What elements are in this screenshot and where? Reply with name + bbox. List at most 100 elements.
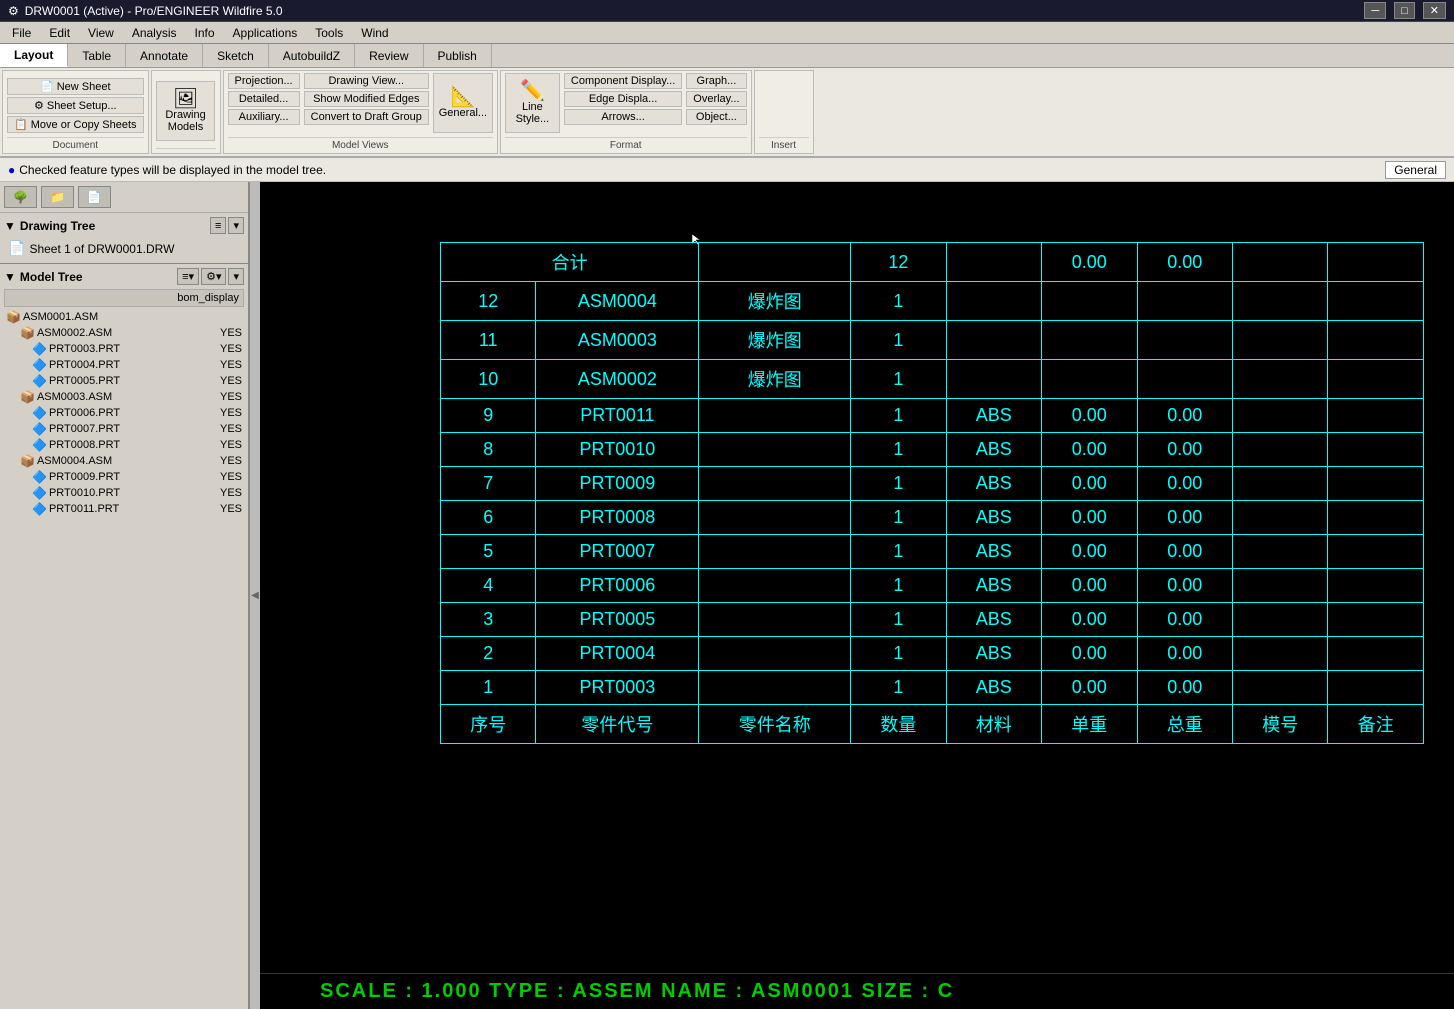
- mt-expand-button[interactable]: ▾: [228, 268, 244, 285]
- row9-partcode: PRT0011: [536, 399, 699, 433]
- row9-seq: 9: [441, 399, 536, 433]
- mt-item-prt0011[interactable]: 🔷 PRT0011.PRT YES: [4, 501, 244, 517]
- tab-publish[interactable]: Publish: [424, 44, 492, 67]
- mt-item-asm0001[interactable]: 📦 ASM0001.ASM: [4, 309, 244, 325]
- row5-model: [1232, 535, 1327, 569]
- menu-view[interactable]: View: [80, 24, 122, 42]
- mt-item-prt0008[interactable]: 🔷 PRT0008.PRT YES: [4, 437, 244, 453]
- line-style-button[interactable]: ✏️ LineStyle...: [505, 73, 560, 133]
- ribbon-format-content: ✏️ LineStyle... Component Display... Edg…: [505, 73, 747, 137]
- row9-totalweight: 0.00: [1137, 399, 1232, 433]
- prt0011-value: YES: [220, 503, 242, 515]
- mt-item-prt0010-left: 🔷 PRT0010.PRT: [6, 486, 120, 500]
- convert-to-draft-group-button[interactable]: Convert to Draft Group: [304, 109, 429, 125]
- drawing-models-button[interactable]: 🖼 DrawingModels: [156, 81, 214, 141]
- mt-item-asm0003[interactable]: 📦 ASM0003.ASM YES: [4, 389, 244, 405]
- bom-row-9: 9 PRT0011 1 ABS 0.00 0.00: [441, 399, 1424, 433]
- header-model: 模号: [1232, 705, 1327, 744]
- total-remark-empty: [1328, 243, 1424, 282]
- line-style-label: LineStyle...: [516, 101, 550, 125]
- menu-applications[interactable]: Applications: [225, 24, 306, 42]
- mt-item-prt0003[interactable]: 🔷 PRT0003.PRT YES: [4, 341, 244, 357]
- edge-display-button[interactable]: Edge Displa...: [564, 91, 682, 107]
- mt-item-asm0004[interactable]: 📦 ASM0004.ASM YES: [4, 453, 244, 469]
- prt0006-value: YES: [220, 407, 242, 419]
- menu-edit[interactable]: Edit: [41, 24, 78, 42]
- mt-settings-button[interactable]: ≡▾: [177, 268, 199, 285]
- drawing-tree-settings-button[interactable]: ≡: [210, 217, 226, 234]
- new-sheet-button[interactable]: 📄 New Sheet: [7, 78, 144, 95]
- mt-filter-button[interactable]: ⚙▾: [201, 268, 226, 285]
- menu-file[interactable]: File: [4, 24, 39, 42]
- prt0008-value: YES: [220, 439, 242, 451]
- mt-item-asm0002[interactable]: 📦 ASM0002.ASM YES: [4, 325, 244, 341]
- general-button[interactable]: 📐 General...: [433, 73, 493, 133]
- close-button[interactable]: ✕: [1423, 2, 1446, 19]
- ribbon-drawing-models-content: 🖼 DrawingModels: [156, 73, 214, 148]
- arrows-button[interactable]: Arrows...: [564, 109, 682, 125]
- sheet-setup-button[interactable]: ⚙ Sheet Setup...: [7, 97, 144, 114]
- drawing-view-button[interactable]: Drawing View...: [304, 73, 429, 89]
- menu-wind[interactable]: Wind: [353, 24, 396, 42]
- move-copy-sheets-button[interactable]: 📋 Move or Copy Sheets: [7, 116, 144, 133]
- auxiliary-button[interactable]: Auxiliary...: [228, 109, 300, 125]
- panel-icon-tree[interactable]: 🌳: [4, 186, 37, 208]
- tab-autobuildz[interactable]: AutobuildZ: [269, 44, 355, 67]
- prt0009-value: YES: [220, 471, 242, 483]
- asm0002-label: ASM0002.ASM: [37, 327, 112, 339]
- mt-item-prt0007[interactable]: 🔷 PRT0007.PRT YES: [4, 421, 244, 437]
- row4-seq: 4: [441, 569, 536, 603]
- panel-icon-folder[interactable]: 📁: [41, 186, 74, 208]
- row9-material: ABS: [946, 399, 1042, 433]
- bom-header-row: 序号 零件代号 零件名称 数量 材料 单重 总重 模号 备注: [441, 705, 1424, 744]
- row11-qty: 1: [851, 321, 946, 360]
- title-bar-controls[interactable]: ─ □ ✕: [1364, 2, 1446, 19]
- row12-unitweight: [1042, 282, 1137, 321]
- menu-info[interactable]: Info: [187, 24, 223, 42]
- mt-item-prt0004[interactable]: 🔷 PRT0004.PRT YES: [4, 357, 244, 373]
- panel-resize-handle[interactable]: ◀: [250, 182, 260, 1009]
- drawing-tree-expand-button[interactable]: ▾: [228, 217, 244, 234]
- mt-item-prt0010[interactable]: 🔷 PRT0010.PRT YES: [4, 485, 244, 501]
- drawing-tree-item-sheet1[interactable]: 📄 Sheet 1 of DRW0001.DRW: [4, 238, 244, 259]
- menu-tools[interactable]: Tools: [307, 24, 351, 42]
- row2-unitweight: 0.00: [1042, 637, 1137, 671]
- row4-partname: [699, 569, 851, 603]
- title-bar: ⚙ DRW0001 (Active) - Pro/ENGINEER Wildfi…: [0, 0, 1454, 22]
- ribbon-group-model-views: Projection... Detailed... Auxiliary... D…: [223, 70, 498, 154]
- object-button[interactable]: Object...: [686, 109, 746, 125]
- tab-sketch[interactable]: Sketch: [203, 44, 269, 67]
- row7-material: ABS: [946, 467, 1042, 501]
- canvas-area[interactable]: 合计 12 0.00 0.00 12 ASM0004 爆炸图 1: [260, 182, 1454, 1009]
- total-material-empty: [946, 243, 1042, 282]
- graph-button[interactable]: Graph...: [686, 73, 746, 89]
- row10-model: [1232, 360, 1327, 399]
- tab-table[interactable]: Table: [68, 44, 126, 67]
- component-display-button[interactable]: Component Display...: [564, 73, 682, 89]
- tab-annotate[interactable]: Annotate: [126, 44, 203, 67]
- show-modified-edges-button[interactable]: Show Modified Edges: [304, 91, 429, 107]
- row2-qty: 1: [851, 637, 946, 671]
- total-qty: 12: [851, 243, 946, 282]
- model-tree-collapse[interactable]: ▼: [4, 270, 16, 284]
- menu-analysis[interactable]: Analysis: [124, 24, 185, 42]
- tab-review[interactable]: Review: [355, 44, 423, 67]
- overlay-button[interactable]: Overlay...: [686, 91, 746, 107]
- tab-layout[interactable]: Layout: [0, 44, 68, 67]
- ribbon-document-content: 📄 New Sheet ⚙ Sheet Setup... 📋 Move or C…: [7, 73, 144, 137]
- ribbon-group-format: ✏️ LineStyle... Component Display... Edg…: [500, 70, 752, 154]
- panel-icon-sheet[interactable]: 📄: [78, 186, 111, 208]
- mt-item-prt0006[interactable]: 🔷 PRT0006.PRT YES: [4, 405, 244, 421]
- detailed-button[interactable]: Detailed...: [228, 91, 300, 107]
- mt-item-prt0005[interactable]: 🔷 PRT0005.PRT YES: [4, 373, 244, 389]
- minimize-button[interactable]: ─: [1364, 2, 1386, 19]
- collapse-arrow[interactable]: ▼: [4, 219, 16, 233]
- maximize-button[interactable]: □: [1394, 2, 1415, 19]
- projection-button[interactable]: Projection...: [228, 73, 300, 89]
- row10-material: [946, 360, 1042, 399]
- asm0001-label: ASM0001.ASM: [23, 311, 98, 323]
- row10-partname: 爆炸图: [699, 360, 851, 399]
- mt-item-prt0009[interactable]: 🔷 PRT0009.PRT YES: [4, 469, 244, 485]
- prt0011-icon: 🔷: [32, 502, 47, 516]
- general-icon: 📐: [450, 87, 475, 107]
